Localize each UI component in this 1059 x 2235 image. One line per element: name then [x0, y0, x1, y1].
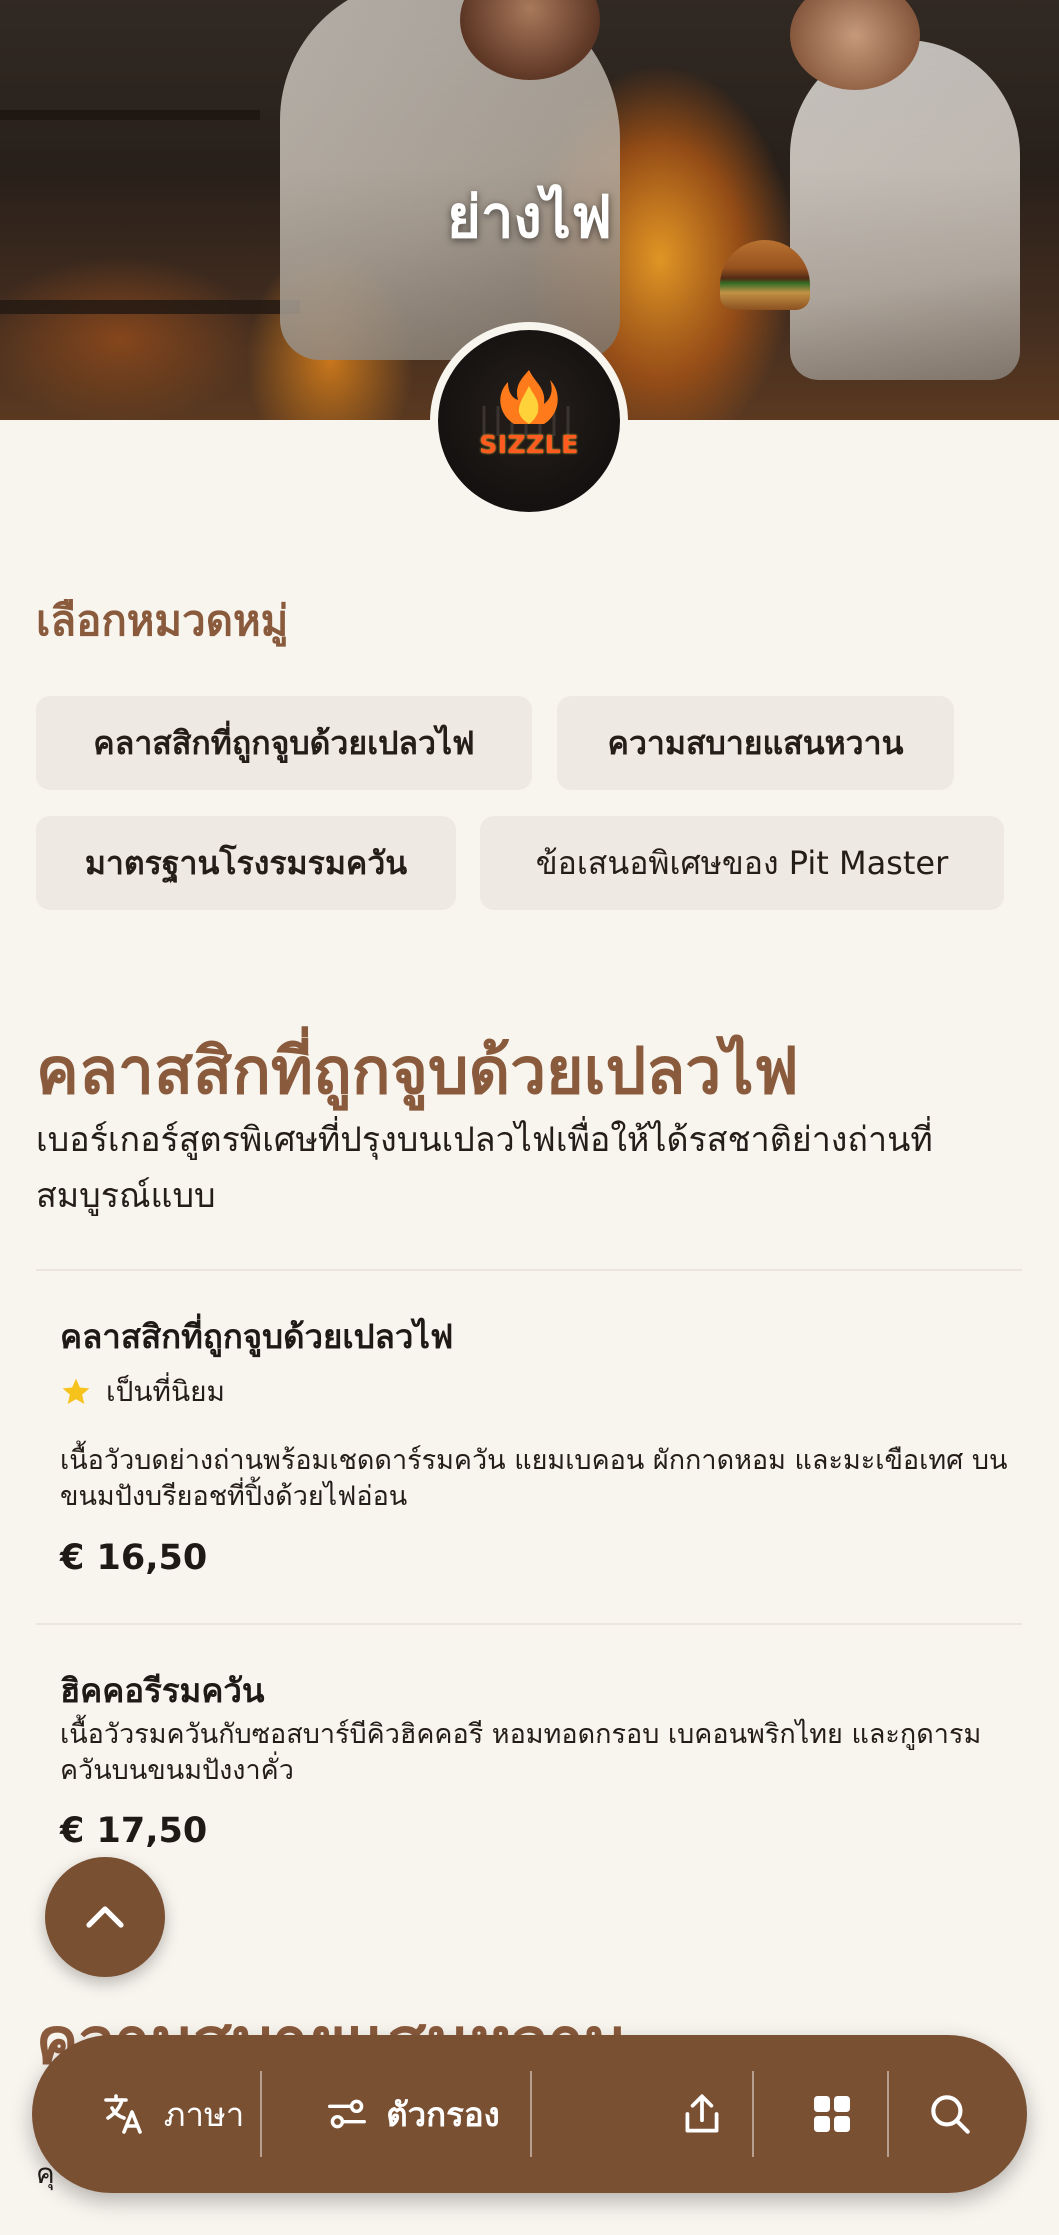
share-icon [685, 2094, 719, 2133]
section-description: เบอร์เกอร์สูตรพิเศษที่ปรุงบนเปลวไฟเพื่อใ… [36, 1120, 933, 1216]
category-chip-smokehouse[interactable]: มาตรฐานโรงรมรมควัน [36, 816, 456, 910]
section-title: คลาสสิกที่ถูกจูบด้วยเปลวไฟ [36, 1035, 799, 1109]
badge-label: เป็นที่นิยม [106, 1375, 225, 1408]
menu-item-price: € 17,50 [60, 1811, 208, 1851]
category-chip-flame-kissed[interactable]: คลาสสิกที่ถูกจูบด้วยเปลวไฟ [36, 696, 532, 790]
category-chip-sweet-comfort[interactable]: ความสบายแสนหวาน [557, 696, 954, 790]
divider [260, 2071, 262, 2157]
translate-icon [103, 2094, 142, 2134]
divider [887, 2071, 889, 2157]
share-button[interactable] [642, 2035, 762, 2193]
chevron-up-icon [86, 1906, 124, 1928]
grid-view-button[interactable] [772, 2035, 892, 2193]
divider [752, 2071, 754, 2157]
filter-button[interactable]: ตัวกรอง [292, 2035, 532, 2193]
logo-text: SIZZLE [479, 430, 579, 459]
menu-item-description: เนื้อวัวรมควันกับซอสบาร์บีคิวฮิคคอรี หอม… [60, 1719, 982, 1786]
divider [36, 1623, 1022, 1625]
search-button[interactable] [900, 2035, 1000, 2193]
page-title: ย่างไฟ [446, 183, 613, 251]
star-icon [62, 1378, 90, 1404]
search-icon [931, 2095, 970, 2134]
restaurant-logo: SIZZLE [430, 322, 628, 520]
filter-label: ตัวกรอง [386, 2094, 500, 2134]
scroll-to-top-button[interactable] [45, 1857, 165, 1977]
menu-item-name: คลาสสิกที่ถูกจูบด้วยเปลวไฟ [60, 1317, 454, 1356]
logo-badge: SIZZLE [438, 330, 620, 512]
menu-item-price: € 16,50 [60, 1538, 208, 1578]
menu-item-name: ฮิคคอรีรมควัน [60, 1671, 265, 1710]
grid-icon [814, 2096, 850, 2132]
filter-sliders-icon [328, 2099, 367, 2129]
category-picker-heading: เลือกหมวดหมู่ [36, 596, 289, 645]
language-button[interactable]: ภาษา [72, 2035, 272, 2193]
flame-icon [482, 370, 570, 436]
language-label: ภาษา [163, 2094, 245, 2134]
divider [36, 1269, 1022, 1271]
popular-badge: เป็นที่นิยม [60, 1370, 225, 1414]
category-chip-pit-master[interactable]: ข้อเสนอพิเศษของ Pit Master [480, 816, 1004, 910]
bottom-toolbar: ภาษา ตัวกรอง [32, 2035, 1027, 2193]
menu-item-description: เนื้อวัวบดย่างถ่านพร้อมเชดดาร์รมควัน แยม… [60, 1445, 1008, 1512]
divider [530, 2071, 532, 2157]
